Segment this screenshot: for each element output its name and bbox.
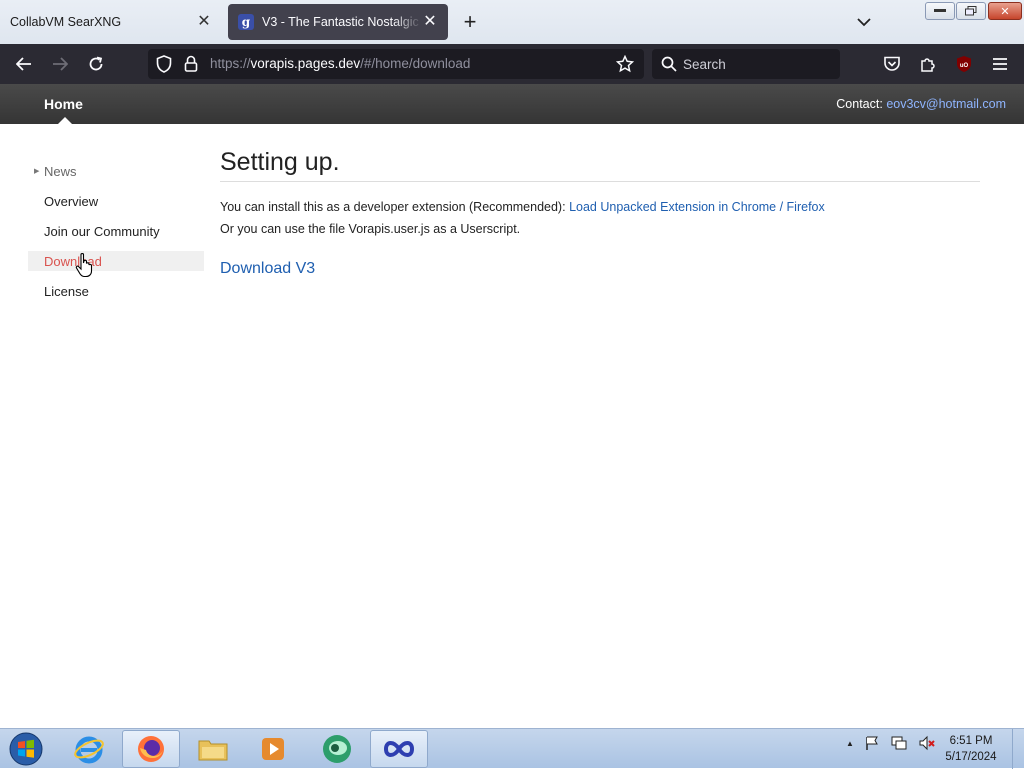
volume-muted-icon[interactable] (918, 735, 936, 751)
search-placeholder: Search (683, 57, 726, 72)
svg-text:uO: uO (960, 63, 969, 69)
search-bar[interactable]: Search (652, 49, 840, 79)
internet-explorer-icon[interactable] (60, 730, 118, 768)
start-button[interactable] (6, 730, 46, 768)
url-bar[interactable]: https://vorapis.pages.dev/#/home/downloa… (148, 49, 644, 79)
new-tab-plus-icon[interactable]: + (458, 9, 482, 34)
extensions-puzzle-icon[interactable] (916, 52, 940, 76)
close-icon[interactable]: ✕ (196, 14, 212, 30)
file-explorer-folder-icon[interactable] (184, 730, 242, 768)
network-icon[interactable] (890, 735, 908, 751)
contact-email-link[interactable]: eov3cv@hotmail.com (886, 97, 1006, 111)
close-icon[interactable]: ✕ (422, 14, 438, 30)
action-center-flag-icon[interactable] (864, 735, 880, 751)
tab-title: CollabVM SearXNG (10, 15, 122, 29)
clock-time: 6:51 PM (949, 735, 993, 747)
tab-title: V3 - The Fantastic Nostalgic YouTube (262, 15, 422, 29)
site-header: Home Contact: eov3cv@hotmail.com (0, 84, 1024, 124)
shield-icon[interactable] (156, 55, 172, 78)
system-tray: ▲ (846, 735, 936, 751)
sidebar-item-overview[interactable]: Overview (28, 186, 204, 216)
back-arrow-icon[interactable] (12, 52, 36, 76)
reload-icon[interactable] (84, 52, 108, 76)
infinity-app-icon[interactable] (370, 730, 428, 768)
browser-navigation-bar: https://vorapis.pages.dev/#/home/downloa… (0, 44, 1024, 84)
hamburger-menu-icon[interactable] (988, 52, 1012, 76)
browser-tab-strip: CollabVM SearXNG ✕ g V3 - The Fantastic … (0, 0, 1024, 44)
chevron-down-icon[interactable] (852, 10, 876, 34)
tab-collabvm-searxng[interactable]: CollabVM SearXNG ✕ (0, 4, 222, 40)
nav-home-link[interactable]: Home (44, 96, 83, 112)
url-text: https://vorapis.pages.dev/#/home/downloa… (210, 56, 471, 71)
system-clock[interactable]: 6:51 PM 5/17/2024 (940, 733, 1002, 765)
sidebar-nav: ▶ News Overview Join our Community Downl… (28, 156, 204, 306)
show-hidden-icons-triangle-icon[interactable]: ▲ (846, 739, 854, 748)
window-minimize-button[interactable] (925, 2, 955, 20)
active-nav-caret (58, 117, 72, 124)
sidebar-item-download[interactable]: Download (28, 251, 204, 271)
windows-logo-icon (9, 732, 43, 766)
load-unpacked-extension-link[interactable]: Load Unpacked Extension in Chrome / Fire… (569, 200, 825, 214)
tab-v3-active[interactable]: g V3 - The Fantastic Nostalgic YouTube ✕ (228, 4, 448, 40)
ublock-origin-icon[interactable]: uO (952, 52, 976, 76)
window-close-button[interactable]: ✕ (988, 2, 1022, 20)
download-v3-link[interactable]: Download V3 (220, 260, 315, 278)
search-icon (661, 56, 677, 77)
install-instructions: You can install this as a developer exte… (220, 200, 825, 236)
site-favicon-icon: g (238, 14, 254, 30)
lock-icon[interactable] (184, 55, 198, 77)
green-app-icon[interactable] (308, 730, 366, 768)
sidebar-item-license[interactable]: License (28, 276, 204, 306)
hand-cursor-icon (75, 253, 93, 278)
bookmark-star-icon[interactable] (615, 54, 635, 78)
sidebar-item-news[interactable]: ▶ News (28, 156, 204, 186)
page-title: Setting up. (220, 148, 980, 182)
show-desktop-button[interactable] (1012, 729, 1024, 769)
forward-arrow-icon[interactable] (48, 52, 72, 76)
media-player-icon[interactable] (244, 730, 302, 768)
window-restore-button[interactable] (956, 2, 986, 20)
contact-label: Contact: (836, 97, 883, 111)
bullet-triangle-icon: ▶ (34, 168, 40, 175)
main-content: Setting up. You can install this as a de… (220, 148, 980, 278)
contact-info: Contact: eov3cv@hotmail.com (836, 97, 1006, 111)
windows-taskbar: ▲ 6:51 PM 5/17/2024 (0, 728, 1024, 769)
firefox-icon[interactable] (122, 730, 180, 768)
sidebar-item-join-community[interactable]: Join our Community (28, 216, 204, 246)
pocket-icon[interactable] (880, 52, 904, 76)
clock-date: 5/17/2024 (945, 751, 997, 763)
